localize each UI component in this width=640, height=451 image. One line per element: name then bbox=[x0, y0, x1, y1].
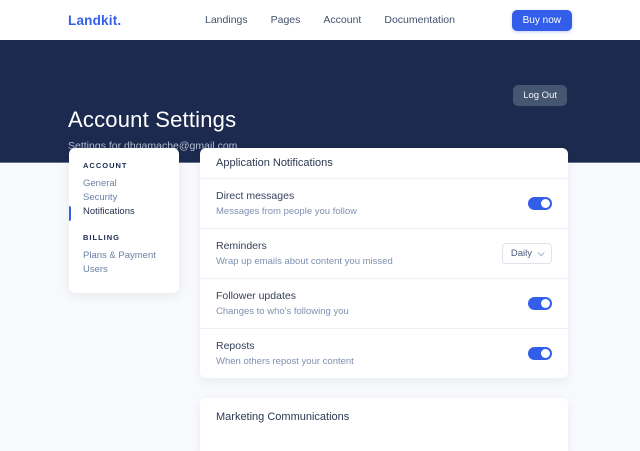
setting-row-reposts: Reposts When others repost your content bbox=[200, 329, 568, 378]
setting-title: Direct messages bbox=[216, 190, 357, 202]
page: Landkit. Landings Pages Account Document… bbox=[0, 0, 640, 451]
toggle-knob bbox=[541, 349, 550, 358]
setting-text: Reminders Wrap up emails about content y… bbox=[216, 240, 393, 267]
hero-banner: Account Settings Settings for dhgamache@… bbox=[0, 40, 640, 163]
top-navbar: Landkit. Landings Pages Account Document… bbox=[0, 0, 640, 40]
active-item-indicator bbox=[69, 206, 71, 221]
page-title: Account Settings bbox=[68, 107, 236, 133]
sidebar-item-notifications[interactable]: Notifications bbox=[83, 205, 179, 219]
landkit-logo[interactable]: Landkit. bbox=[68, 0, 121, 40]
nav-item-pages[interactable]: Pages bbox=[271, 14, 301, 26]
setting-title: Follower updates bbox=[216, 290, 349, 302]
settings-main: Application Notifications Direct message… bbox=[200, 148, 568, 451]
marketing-communications-card: Marketing Communications bbox=[200, 398, 568, 451]
setting-title: Reposts bbox=[216, 340, 354, 352]
log-out-button[interactable]: Log Out bbox=[513, 85, 567, 106]
nav-item-account[interactable]: Account bbox=[323, 14, 361, 26]
nav-item-landings[interactable]: Landings bbox=[205, 14, 248, 26]
sidebar-item-security[interactable]: Security bbox=[83, 191, 179, 205]
setting-row-direct-messages: Direct messages Messages from people you… bbox=[200, 179, 568, 229]
select-value: Daily bbox=[511, 248, 532, 259]
setting-text: Reposts When others repost your content bbox=[216, 340, 354, 367]
main-nav: Landings Pages Account Documentation bbox=[205, 0, 455, 40]
toggle-knob bbox=[541, 299, 550, 308]
sidebar-item-general[interactable]: General bbox=[83, 177, 179, 191]
setting-description: Changes to who's following you bbox=[216, 306, 349, 317]
setting-text: Follower updates Changes to who's follow… bbox=[216, 290, 349, 317]
setting-description: When others repost your content bbox=[216, 356, 354, 367]
sidebar-item-plans-payment[interactable]: Plans & Payment bbox=[83, 249, 179, 263]
card-title: Marketing Communications bbox=[200, 398, 568, 435]
setting-row-follower-updates: Follower updates Changes to who's follow… bbox=[200, 279, 568, 329]
application-notifications-card: Application Notifications Direct message… bbox=[200, 148, 568, 378]
chevron-down-icon bbox=[538, 249, 545, 256]
setting-row-reminders: Reminders Wrap up emails about content y… bbox=[200, 229, 568, 279]
setting-description: Wrap up emails about content you missed bbox=[216, 256, 393, 267]
reposts-toggle[interactable] bbox=[528, 347, 552, 360]
sidebar-item-users[interactable]: Users bbox=[83, 263, 179, 277]
sidebar-heading-account: ACCOUNT bbox=[83, 160, 179, 172]
card-title: Application Notifications bbox=[200, 148, 568, 179]
buy-now-button[interactable]: Buy now bbox=[512, 10, 572, 31]
setting-text: Direct messages Messages from people you… bbox=[216, 190, 357, 217]
reminders-frequency-select[interactable]: Daily bbox=[502, 243, 552, 264]
toggle-knob bbox=[541, 199, 550, 208]
follower-updates-toggle[interactable] bbox=[528, 297, 552, 310]
settings-sidebar: ACCOUNT General Security Notifications B… bbox=[69, 148, 179, 293]
nav-item-documentation[interactable]: Documentation bbox=[384, 14, 455, 26]
setting-description: Messages from people you follow bbox=[216, 206, 357, 217]
direct-messages-toggle[interactable] bbox=[528, 197, 552, 210]
sidebar-heading-billing: BILLING bbox=[83, 232, 179, 244]
setting-title: Reminders bbox=[216, 240, 393, 252]
